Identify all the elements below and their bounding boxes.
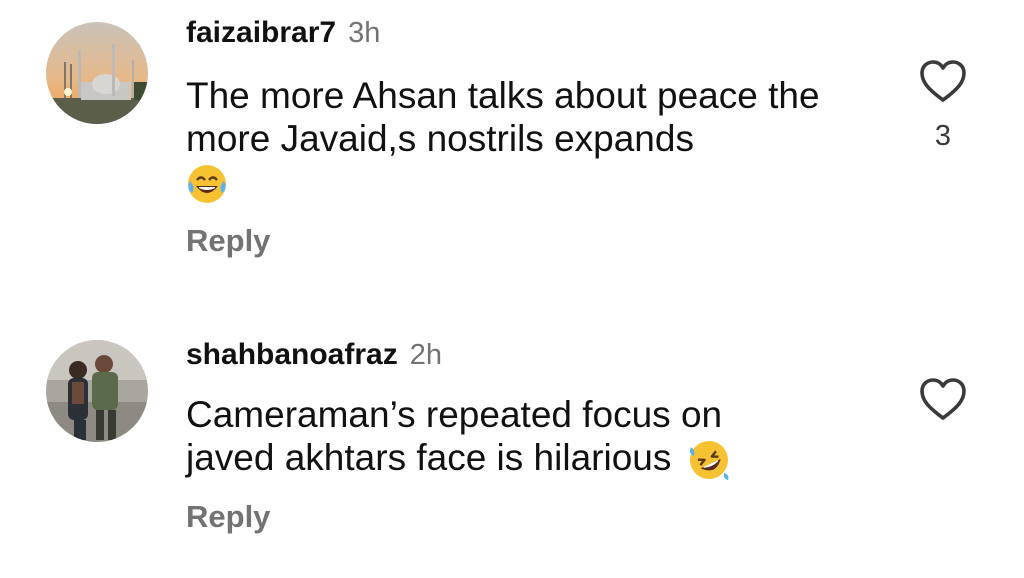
face-with-tears-of-joy-icon	[188, 165, 226, 204]
avatar[interactable]	[46, 22, 148, 124]
comment-text: Cameraman’s repeated focus on javed akht…	[186, 393, 806, 481]
username[interactable]: faizaibrar7	[186, 16, 336, 50]
comment-header: shahbanoafraz 2h	[186, 338, 442, 372]
comment-header: faizaibrar7 3h	[186, 16, 380, 50]
heart-outline-icon[interactable]	[918, 58, 968, 104]
comment-body: Cameraman’s repeated focus on javed akht…	[186, 394, 723, 478]
comment-text: The more Ahsan talks about peace the mor…	[186, 74, 886, 205]
timestamp: 3h	[348, 17, 381, 49]
heart-outline-icon[interactable]	[918, 376, 968, 422]
username[interactable]: shahbanoafraz	[186, 338, 398, 372]
like-count: 3	[934, 120, 952, 152]
reply-button[interactable]: Reply	[186, 223, 270, 259]
timestamp: 2h	[409, 339, 442, 371]
avatar[interactable]	[46, 340, 148, 442]
mosque-avatar-image	[46, 22, 148, 124]
comment-body: The more Ahsan talks about peace the mor…	[186, 75, 820, 159]
rolling-on-the-floor-laughing-icon	[689, 441, 729, 481]
couple-avatar-image	[46, 340, 148, 442]
reply-button[interactable]: Reply	[186, 499, 270, 535]
